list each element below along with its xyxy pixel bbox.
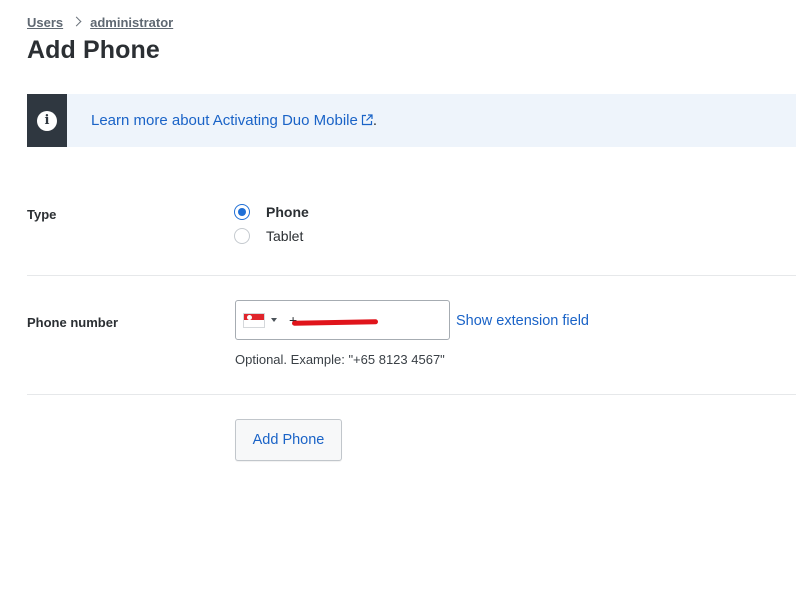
external-link-icon [361,114,373,126]
radio-phone-label[interactable]: Phone [266,204,309,220]
radio-tablet[interactable] [234,228,250,244]
banner-trailing: . [372,112,377,129]
radio-tablet-option[interactable]: Tablet [234,228,303,244]
breadcrumb-administrator-link[interactable]: administrator [90,15,173,30]
phone-hint: Optional. Example: "+65 8123 4567" [235,352,445,367]
add-phone-page: Users administrator Add Phone i Learn mo… [0,0,796,609]
duo-mobile-learn-more-link[interactable]: Learn more about Activating Duo Mobile [91,112,373,129]
breadcrumb-users-link[interactable]: Users [27,15,63,30]
radio-phone-option[interactable]: Phone [234,204,309,220]
info-banner: i Learn more about Activating Duo Mobile… [27,94,796,147]
add-phone-button[interactable]: Add Phone [235,419,342,461]
breadcrumb: Users administrator [27,15,173,30]
info-icon: i [37,110,57,131]
chevron-right-icon [71,16,82,27]
banner-side: i [27,94,67,147]
phone-number-field[interactable] [235,300,450,340]
page-title: Add Phone [27,36,160,64]
type-label: Type [27,207,57,222]
singapore-flag-icon [243,312,265,328]
caret-down-icon [271,318,277,322]
banner-text: Learn more about Activating Duo Mobile. [91,112,377,129]
radio-phone[interactable] [234,204,250,220]
learn-more-link-label: Learn more about Activating Duo Mobile [91,112,358,129]
divider [27,275,796,276]
radio-tablet-label[interactable]: Tablet [266,228,303,244]
phone-number-label: Phone number [27,315,119,330]
divider [27,394,796,395]
country-select[interactable] [243,306,277,334]
show-extension-field-link[interactable]: Show extension field [456,313,589,329]
